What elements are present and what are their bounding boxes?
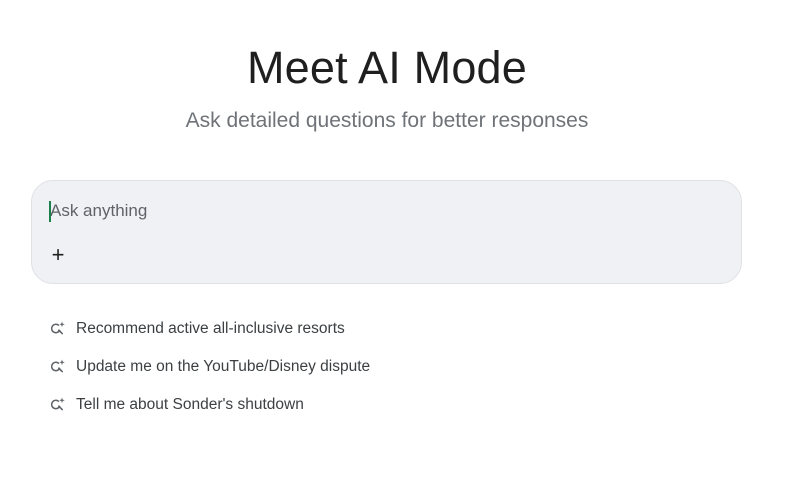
add-attachment-button[interactable]: +: [46, 243, 70, 267]
ask-input[interactable]: [48, 199, 710, 223]
search-sparkle-icon: [48, 319, 68, 339]
page-title: Meet AI Mode: [246, 42, 528, 93]
search-sparkle-icon: [48, 395, 68, 415]
ai-mode-page: Meet AI Mode Ask detailed questions for …: [0, 0, 800, 479]
page-subtitle: Ask detailed questions for better respon…: [185, 109, 589, 132]
suggestion-item[interactable]: Recommend active all-inclusive resorts: [48, 310, 548, 348]
text-caret: [49, 201, 51, 222]
suggestion-label: Update me on the YouTube/Disney dispute: [76, 358, 371, 375]
suggestion-item[interactable]: Update me on the YouTube/Disney dispute: [48, 348, 548, 386]
prompt-box: +: [31, 180, 742, 284]
suggestion-list: Recommend active all-inclusive resorts U…: [48, 310, 548, 424]
suggestion-label: Recommend active all-inclusive resorts: [76, 320, 345, 337]
suggestion-item[interactable]: Tell me about Sonder's shutdown: [48, 386, 548, 424]
search-sparkle-icon: [48, 357, 68, 377]
suggestion-label: Tell me about Sonder's shutdown: [76, 396, 304, 413]
